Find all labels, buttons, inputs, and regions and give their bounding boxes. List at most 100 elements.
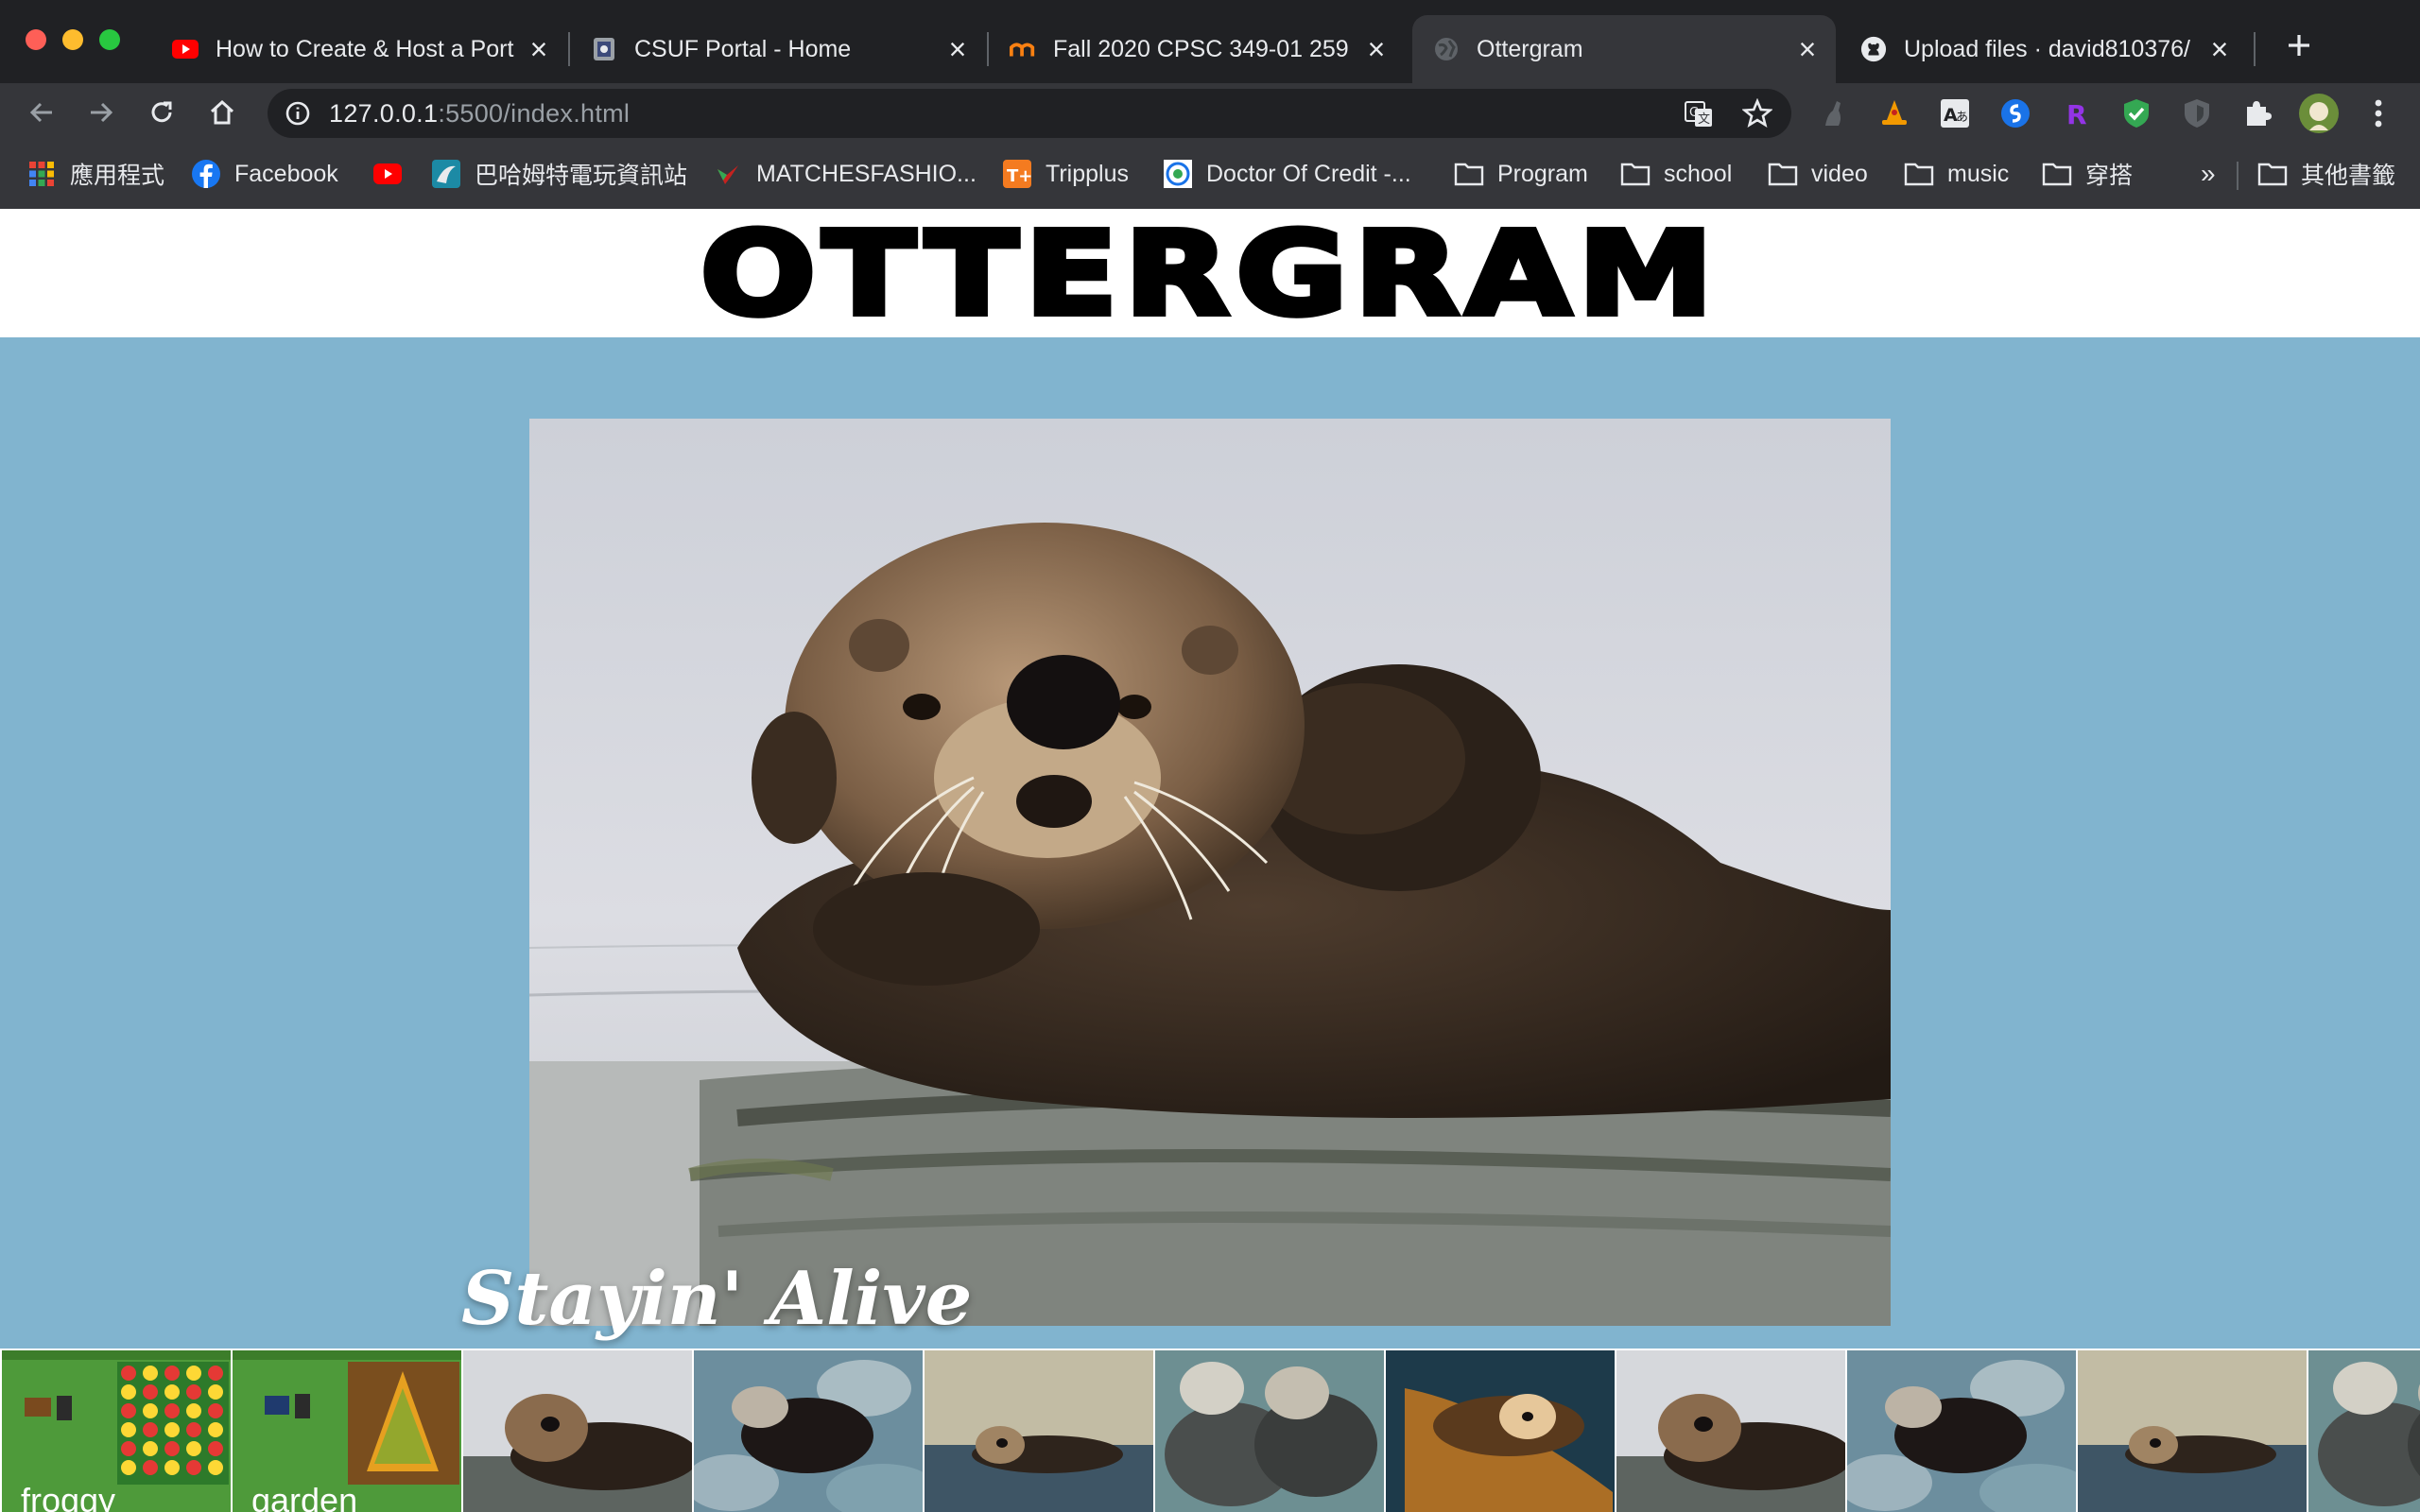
doctor-of-credit-icon bbox=[1163, 159, 1193, 189]
info-icon[interactable] bbox=[285, 100, 311, 127]
browser-toolbar: 127.0.0.1:5500/index.html G文 Aあ R bbox=[0, 83, 2420, 143]
puzzle-extensions-icon[interactable] bbox=[2238, 94, 2276, 132]
thumbnail-otter[interactable] bbox=[1384, 1349, 1615, 1512]
bookmark-facebook[interactable]: Facebook bbox=[191, 155, 338, 193]
folder-icon bbox=[1768, 159, 1798, 189]
otter-thumbnail-image bbox=[1847, 1350, 2076, 1512]
detail-image-frame bbox=[529, 419, 1891, 1326]
thumbnail-otter[interactable] bbox=[2076, 1349, 2307, 1512]
folder-icon bbox=[1904, 159, 1934, 189]
bookmarks-divider bbox=[2237, 162, 2238, 190]
translate-extension-icon[interactable]: Aあ bbox=[1936, 94, 1974, 132]
witch-hat-extension-icon[interactable] bbox=[1876, 94, 1913, 132]
tab-ottergram[interactable]: Ottergram × bbox=[1412, 15, 1836, 83]
tripplus-icon: T+ bbox=[1002, 159, 1032, 189]
bookmarks-overflow-button[interactable]: » bbox=[2201, 155, 2216, 193]
home-icon bbox=[210, 99, 234, 125]
more-vert-icon[interactable] bbox=[2360, 94, 2397, 132]
bookmark-label: 巴哈姆特電玩資訊站 bbox=[475, 163, 688, 189]
thumbnail-otter[interactable] bbox=[461, 1349, 692, 1512]
folder-icon bbox=[2257, 159, 2288, 189]
bookmarks-bar: 應用程式 Facebook 巴哈姆特電玩資訊站 MATCHESFASHIO...… bbox=[0, 143, 2420, 209]
thumbnail-label: froggy bbox=[21, 1481, 116, 1512]
bookmark-folder-outfits[interactable]: 穿搭 bbox=[2042, 155, 2133, 193]
bookmark-tripplus[interactable]: T+ Tripplus bbox=[1002, 155, 1129, 193]
folder-icon bbox=[1620, 159, 1651, 189]
detail-otter-image bbox=[529, 419, 1891, 1326]
overflow-chevron-icon: » bbox=[2201, 159, 2216, 188]
site-header: OTTERGRAM bbox=[0, 209, 2420, 337]
tab-csuf-portal[interactable]: CSUF Portal - Home × bbox=[570, 15, 986, 83]
bookmark-matchesfashion[interactable]: MATCHESFASHIO... bbox=[713, 155, 977, 193]
kangaroo-extension-icon[interactable] bbox=[1815, 94, 1853, 132]
bookmark-folder-school[interactable]: school bbox=[1620, 155, 1732, 193]
shield-extension-icon[interactable] bbox=[2178, 94, 2216, 132]
zoom-window-button[interactable] bbox=[99, 29, 120, 50]
github-icon bbox=[1860, 36, 1887, 62]
home-button[interactable] bbox=[199, 89, 246, 136]
bookmark-label: Program bbox=[1497, 160, 1588, 187]
bookmark-apps[interactable]: 應用程式 bbox=[26, 155, 164, 193]
bookmark-label: Doctor Of Credit -... bbox=[1206, 160, 1411, 187]
tab-title: CSUF Portal - Home bbox=[634, 35, 852, 62]
otter-thumbnail-image bbox=[1155, 1350, 1384, 1512]
bookmark-star-icon[interactable] bbox=[1742, 98, 1772, 129]
bookmark-folder-music[interactable]: music bbox=[1904, 155, 2009, 193]
reload-button[interactable] bbox=[138, 89, 185, 136]
shield-check-extension-icon[interactable] bbox=[2118, 94, 2155, 132]
thumbnail-otter[interactable] bbox=[1153, 1349, 1384, 1512]
globe-icon bbox=[1433, 36, 1460, 62]
address-bar[interactable]: 127.0.0.1:5500/index.html G文 bbox=[268, 89, 1791, 138]
tab-moodle[interactable]: Fall 2020 CPSC 349-01 259 × bbox=[989, 15, 1405, 83]
bookmark-label: Tripplus bbox=[1046, 160, 1129, 187]
bookmark-bahamut[interactable]: 巴哈姆特電玩資訊站 bbox=[431, 155, 687, 193]
forward-button[interactable] bbox=[78, 89, 125, 136]
tab-github[interactable]: Upload files · david810376/ × bbox=[1840, 15, 2248, 83]
close-tab-icon[interactable]: × bbox=[1794, 34, 1821, 64]
close-tab-icon[interactable]: × bbox=[1363, 34, 1390, 64]
bookmark-label: video bbox=[1811, 160, 1868, 187]
tab-strip: How to Create & Host a Port × CSUF Porta… bbox=[0, 0, 2420, 83]
shazam-extension-icon[interactable] bbox=[1996, 94, 2034, 132]
thumbnail-otter[interactable] bbox=[923, 1349, 1153, 1512]
rakuten-extension-icon[interactable]: R bbox=[2057, 94, 2095, 132]
youtube-icon bbox=[172, 36, 199, 62]
close-tab-icon[interactable]: × bbox=[2206, 34, 2233, 64]
tab-title: Ottergram bbox=[1477, 35, 1583, 62]
hummingbird-icon bbox=[713, 159, 743, 189]
back-button[interactable] bbox=[18, 89, 65, 136]
bookmark-label: Facebook bbox=[234, 160, 338, 187]
bookmark-doctor-of-credit[interactable]: Doctor Of Credit -... bbox=[1163, 155, 1411, 193]
thumbnail-froggy[interactable]: froggy bbox=[0, 1349, 231, 1512]
thumbnail-otter[interactable] bbox=[2307, 1349, 2420, 1512]
csuf-icon bbox=[591, 36, 617, 62]
bookmark-folder-video[interactable]: video bbox=[1768, 155, 1868, 193]
close-window-button[interactable] bbox=[26, 29, 46, 50]
bahamut-icon bbox=[431, 159, 461, 189]
thumbnail-otter[interactable] bbox=[692, 1349, 923, 1512]
thumbnail-list: froggy garden bbox=[0, 1349, 2420, 1512]
close-tab-icon[interactable]: × bbox=[526, 34, 552, 64]
svg-text:R: R bbox=[2066, 99, 2087, 129]
bookmark-label: 其他書籤 bbox=[2301, 163, 2396, 189]
url-host: 127.0.0.1 bbox=[329, 99, 439, 128]
svg-text:文: 文 bbox=[1698, 112, 1710, 127]
bookmark-other-bookmarks[interactable]: 其他書籤 bbox=[2257, 155, 2395, 193]
thumbnail-label: garden bbox=[251, 1481, 358, 1512]
bookmark-folder-program[interactable]: Program bbox=[1454, 155, 1588, 193]
url-text[interactable]: 127.0.0.1:5500/index.html bbox=[329, 99, 630, 129]
close-tab-icon[interactable]: × bbox=[944, 34, 971, 64]
thumbnail-otter[interactable] bbox=[1845, 1349, 2076, 1512]
tab-divider bbox=[2254, 32, 2256, 66]
youtube-icon bbox=[372, 159, 403, 189]
folder-icon bbox=[2042, 159, 2072, 189]
translate-icon[interactable]: G文 bbox=[1684, 100, 1714, 129]
new-tab-button[interactable] bbox=[2278, 25, 2320, 66]
reload-icon bbox=[151, 101, 172, 123]
thumbnail-garden[interactable]: garden bbox=[231, 1349, 461, 1512]
avatar[interactable] bbox=[2297, 92, 2341, 135]
minimize-window-button[interactable] bbox=[62, 29, 83, 50]
bookmark-youtube[interactable] bbox=[372, 155, 416, 193]
tab-youtube[interactable]: How to Create & Host a Port × bbox=[151, 15, 567, 83]
thumbnail-otter[interactable] bbox=[1615, 1349, 1845, 1512]
